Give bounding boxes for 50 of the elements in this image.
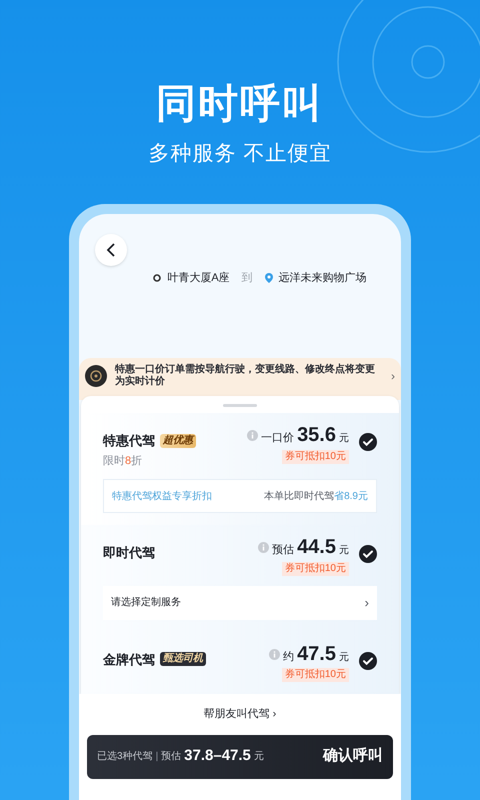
check-icon[interactable] [359,433,377,451]
chevron-icon: › [364,592,369,612]
dial-icon [85,365,107,387]
price-unit: 元 [254,750,264,764]
selected-count: 已选3种代驾 [97,750,153,764]
headline: 同时呼叫 [156,81,324,128]
check-icon[interactable] [359,652,377,670]
option-title: 金牌代驾 [103,650,155,668]
price-unit: 元 [339,544,349,558]
price: 35.6 [297,425,336,445]
friend-call-link[interactable]: 帮朋友叫代驾 › [204,706,276,722]
destination-text: 远洋未来购物广场 [278,270,367,286]
location-pin-icon [264,272,273,283]
custom-service-row[interactable]: 请选择定制服务 › [103,586,377,620]
coupon-badge: 券可抵扣10元 [282,562,349,576]
check-icon[interactable] [359,545,377,563]
discount-note: 限时8折 [103,454,144,468]
coupon-badge: 券可抵扣10元 [282,668,349,682]
subtitle: 多种服务 不止便宜 [148,141,332,167]
price-unit: 元 [339,432,349,446]
option-tag: 超优惠 [160,434,196,448]
price-label: 一口价 [261,431,294,446]
price-range: 37.8–47.5 [184,746,251,766]
chevron-icon: › [391,367,395,385]
price-label: 约 [283,650,294,664]
price: 44.5 [297,537,336,557]
notice-banner[interactable]: 特惠一口价订单需按导航行驶，变更线路、修改终点将变更为实时计价 › [79,358,401,400]
option-tag: 甄选司机 [160,652,206,666]
drag-handle[interactable] [223,404,257,407]
confirm-call-button[interactable]: 确认呼叫 [323,745,383,768]
saving-text: 本单比即时代驾省8.9元 [264,490,368,504]
service-option[interactable]: 金牌代驾 甄选司机 约 47.5 元 券可抵扣10元 [81,632,399,694]
separator-text: | [156,750,158,764]
origin-dot-icon [153,274,162,282]
price: 47.5 [297,644,336,664]
option-title: 即时代驾 [103,544,155,562]
route-connector: 到 [242,270,253,286]
service-option[interactable]: 特惠代驾 超优惠 限时8折 一口价 35.6 元 券可抵扣10元 特惠代驾权益专享折扣 本单比即时代驾省8.9元 [81,413,399,525]
option-title: 特惠代驾 [103,432,155,450]
coupon-badge: 券可抵扣10元 [282,450,349,464]
price-unit: 元 [339,650,349,664]
back-button[interactable] [95,234,127,266]
service-option[interactable]: 即时代驾 预估 44.5 元 券可抵扣10元 请选择定制服务 › [81,525,399,632]
back-icon [106,242,116,256]
origin-text: 叶青大厦A座 [167,270,230,286]
custom-service-text: 请选择定制服务 [111,596,181,610]
promo-text: 特惠代驾权益专享折扣 [112,490,212,504]
estimate-label: 预估 [161,750,182,764]
notice-text: 特惠一口价订单需按导航行驶，变更线路、修改终点将变更为实时计价 [115,364,376,388]
price-label: 预估 [272,543,294,558]
